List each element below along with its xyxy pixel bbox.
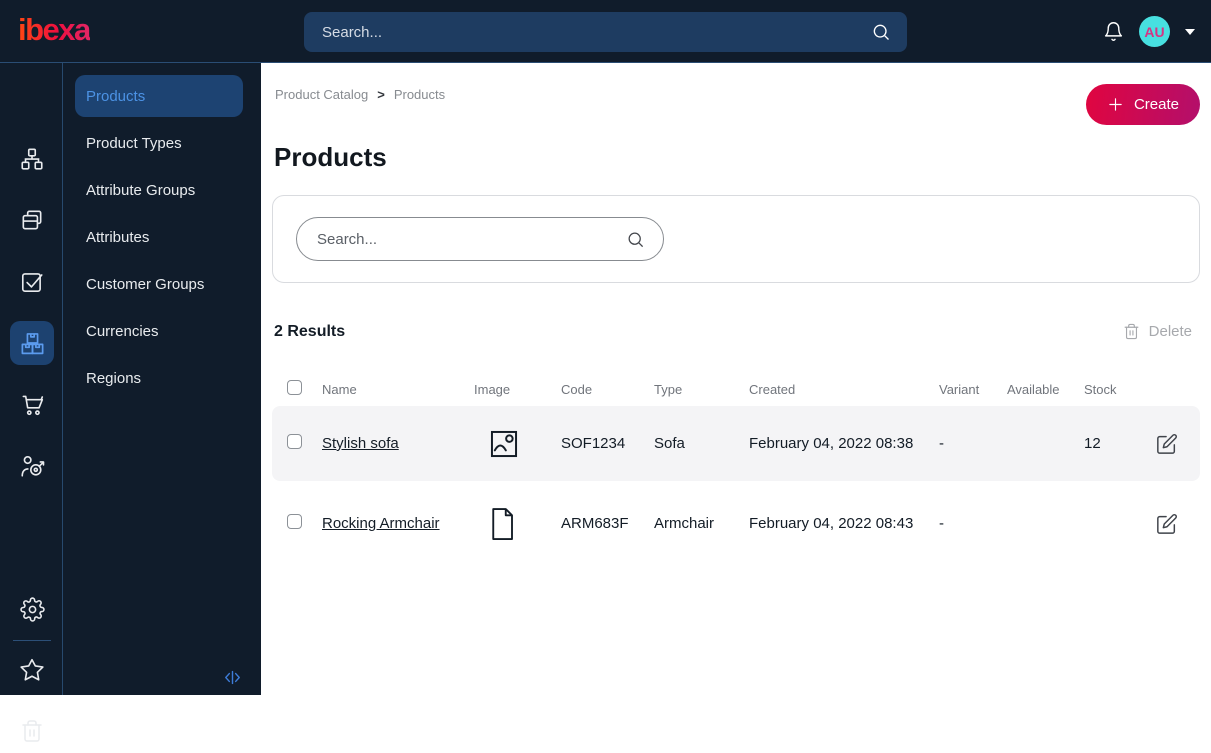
column-header-type: Type xyxy=(654,381,683,397)
icon-rail xyxy=(0,63,63,742)
column-header-stock: Stock xyxy=(1084,381,1117,397)
sidebar-item-label: Product Types xyxy=(86,134,182,152)
sidebar-item-product-types[interactable]: Product Types xyxy=(75,122,243,164)
product-created: February 04, 2022 08:38 xyxy=(749,435,914,452)
column-header-code: Code xyxy=(561,381,593,397)
plus-icon xyxy=(1107,96,1124,113)
product-created: February 04, 2022 08:43 xyxy=(749,515,914,532)
image-icon xyxy=(487,427,561,461)
sidebar-item-regions[interactable]: Regions xyxy=(75,357,243,399)
sidebar-item-products[interactable]: Products xyxy=(75,75,243,117)
product-stock: 12 xyxy=(1084,435,1101,452)
page-title: Products xyxy=(274,142,387,172)
edit-button[interactable] xyxy=(1156,513,1178,535)
topbar: ibexa AU xyxy=(0,0,1211,63)
sidebar-item-label: Currencies xyxy=(86,322,159,340)
product-search xyxy=(296,217,664,261)
collapse-sidebar-icon[interactable] xyxy=(221,666,244,689)
sidebar-item-attributes[interactable]: Attributes xyxy=(75,216,243,258)
rail-item-pages[interactable] xyxy=(10,198,54,242)
sidebar-item-label: Customer Groups xyxy=(86,275,205,293)
product-name-link[interactable]: Rocking Armchair xyxy=(322,515,440,532)
row-checkbox[interactable] xyxy=(287,434,302,449)
product-name-link[interactable]: Stylish sofa xyxy=(322,435,399,452)
global-search xyxy=(304,12,907,52)
column-header-name: Name xyxy=(322,381,357,397)
ibexa-logo[interactable]: ibexa xyxy=(18,12,91,48)
file-icon xyxy=(487,506,561,542)
column-header-variant: Variant xyxy=(939,381,980,397)
product-search-input[interactable] xyxy=(315,229,626,249)
rail-item-trash[interactable] xyxy=(10,709,54,753)
rail-item-personalization[interactable] xyxy=(10,444,54,488)
filter-panel xyxy=(272,195,1200,283)
create-button[interactable]: Create xyxy=(1085,84,1200,125)
results-count: 2 Results xyxy=(274,322,346,340)
search-icon xyxy=(626,230,645,249)
table-row: Rocking Armchair ARM683F Armchair Februa… xyxy=(272,486,1200,561)
delete-button-label: Delete xyxy=(1148,323,1192,340)
table-row: Stylish sofa SOF1234 Sofa February 04, 2… xyxy=(272,406,1200,481)
rail-item-bookmarks[interactable] xyxy=(10,648,54,692)
global-search-input[interactable] xyxy=(320,22,871,42)
rail-item-commerce[interactable] xyxy=(10,382,54,426)
settings-gear-icon xyxy=(19,596,45,622)
edit-button[interactable] xyxy=(1156,433,1178,455)
star-icon xyxy=(19,657,45,683)
sidebar-item-label: Attribute Groups xyxy=(86,181,196,199)
product-type: Sofa xyxy=(654,435,685,452)
sidebar-item-customer-groups[interactable]: Customer Groups xyxy=(75,263,243,305)
product-code: SOF1234 xyxy=(561,435,626,452)
rail-item-tasks[interactable] xyxy=(10,260,54,304)
breadcrumb-product-catalog[interactable]: Product Catalog xyxy=(275,87,368,102)
rail-item-product-catalog[interactable] xyxy=(10,321,54,365)
select-all-checkbox[interactable] xyxy=(287,380,302,395)
user-menu-caret-icon[interactable] xyxy=(1185,28,1195,35)
search-icon[interactable] xyxy=(871,22,891,42)
rail-item-settings[interactable] xyxy=(10,587,54,631)
shopping-cart-icon xyxy=(19,391,45,417)
sidebar-item-currencies[interactable]: Currencies xyxy=(75,310,243,352)
sidebar-product-catalog: Products Product Types Attribute Groups … xyxy=(63,63,261,695)
rail-divider xyxy=(13,640,51,641)
topbar-right: AU xyxy=(1103,0,1195,63)
breadcrumb: Product Catalog > Products xyxy=(272,84,445,102)
notifications-bell-icon[interactable] xyxy=(1103,21,1124,42)
trash-icon xyxy=(1123,323,1140,340)
sidebar-item-label: Regions xyxy=(86,369,142,387)
table-header: Name Image Code Type Created Variant Ava… xyxy=(272,372,1200,406)
column-header-image: Image xyxy=(474,381,511,397)
product-type: Armchair xyxy=(654,515,715,532)
product-catalog-icon xyxy=(19,330,46,357)
sidebar-item-label: Products xyxy=(86,87,146,105)
product-variant: - xyxy=(939,435,944,452)
column-header-created: Created xyxy=(749,381,796,397)
audience-target-icon xyxy=(19,453,45,479)
trash-icon xyxy=(20,719,44,743)
breadcrumb-separator: > xyxy=(377,87,385,102)
checkbox-check-icon xyxy=(19,269,45,295)
sidebar-item-label: Attributes xyxy=(86,228,150,246)
pages-icon xyxy=(19,207,45,233)
avatar[interactable]: AU xyxy=(1139,16,1170,47)
sidebar-item-attribute-groups[interactable]: Attribute Groups xyxy=(75,169,243,211)
main-content: Product Catalog > Products Create Products… xyxy=(261,63,1211,695)
product-thumbnail xyxy=(474,427,561,461)
product-code: ARM683F xyxy=(561,515,629,532)
content-structure-icon xyxy=(19,146,45,172)
product-thumbnail xyxy=(474,506,561,542)
products-table: Name Image Code Type Created Variant Ava… xyxy=(272,372,1200,561)
row-checkbox[interactable] xyxy=(287,514,302,529)
create-button-label: Create xyxy=(1133,96,1179,113)
breadcrumb-products[interactable]: Products xyxy=(394,87,445,102)
rail-item-content-structure[interactable] xyxy=(10,137,54,181)
product-variant: - xyxy=(939,515,944,532)
delete-button[interactable]: Delete xyxy=(1117,322,1198,341)
column-header-available: Available xyxy=(1007,381,1060,397)
